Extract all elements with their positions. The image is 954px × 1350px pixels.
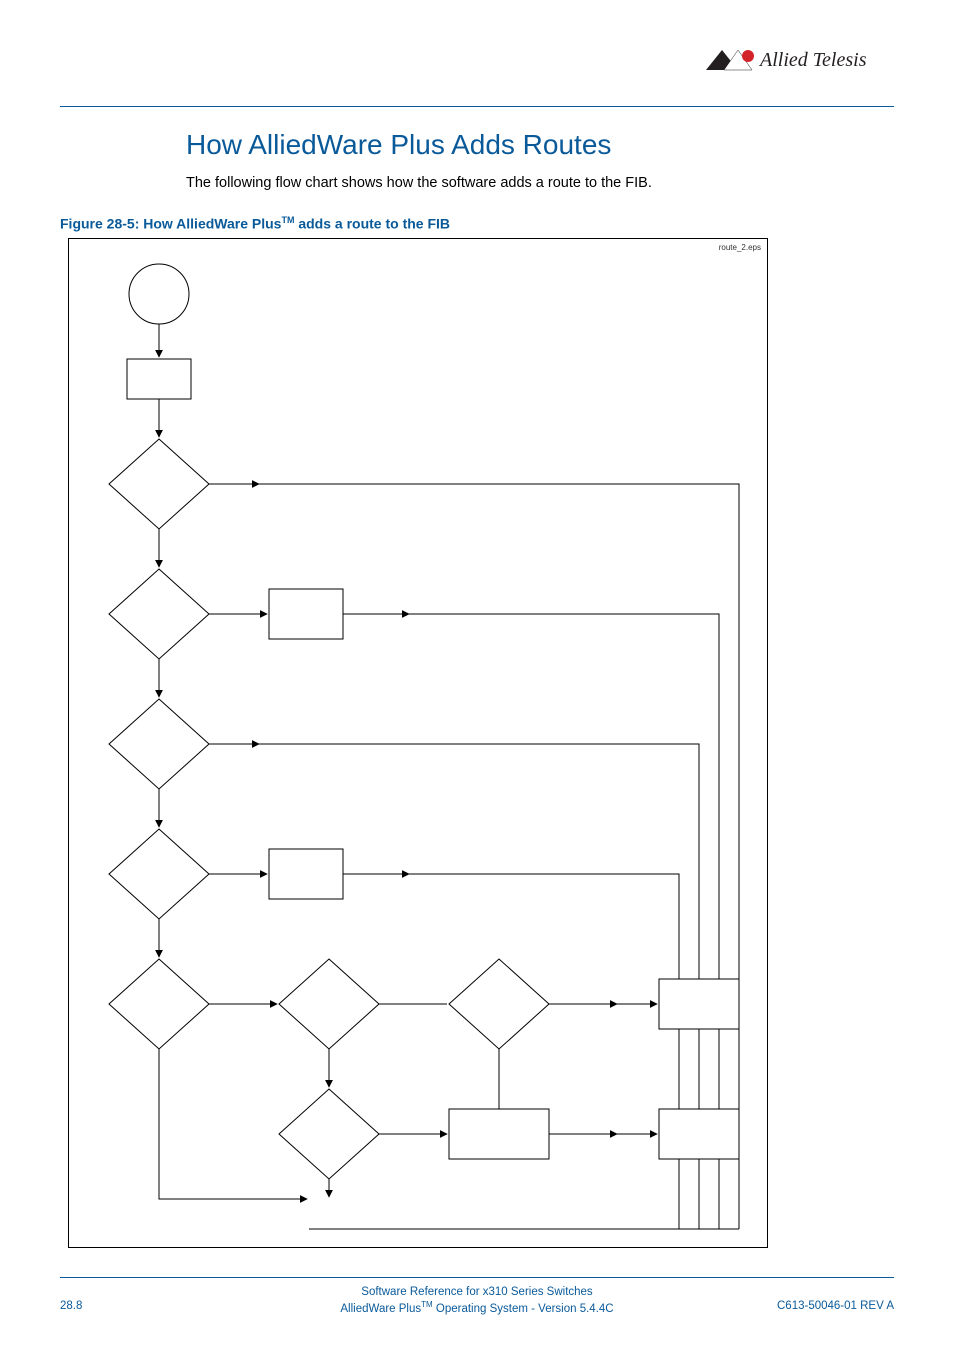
section-title: How AlliedWare Plus Adds Routes <box>186 129 894 161</box>
flowchart-svg <box>69 239 769 1249</box>
node-d4 <box>109 829 209 919</box>
footer-center-a: AlliedWare Plus <box>340 1303 421 1315</box>
node-p2 <box>269 589 343 639</box>
node-d6 <box>279 959 379 1049</box>
footer-title: Software Reference for x310 Series Switc… <box>60 1286 894 1298</box>
footer-rule <box>60 1277 894 1278</box>
node-start <box>129 264 189 324</box>
footer-center-tm: TM <box>421 1300 433 1309</box>
brand-logo: Allied Telesis <box>704 44 894 81</box>
intro-paragraph: The following flow chart shows how the s… <box>186 175 894 191</box>
node-d5 <box>109 959 209 1049</box>
node-p6b <box>659 1109 739 1159</box>
figure-caption-tm: TM <box>281 215 294 225</box>
figure-caption-prefix: Figure 28-5: How AlliedWare Plus <box>60 216 281 232</box>
header-rule <box>60 106 894 107</box>
footer: Software Reference for x310 Series Switc… <box>60 1277 894 1316</box>
node-p1 <box>127 359 191 399</box>
footer-revision: C613-50046-01 REV A <box>777 1300 894 1312</box>
node-d1 <box>109 439 209 529</box>
eps-filename-label: route_2.eps <box>719 243 761 252</box>
node-p5 <box>449 1109 549 1159</box>
node-p4 <box>269 849 343 899</box>
node-d8 <box>279 1089 379 1179</box>
brand-text: Allied Telesis <box>758 49 867 71</box>
footer-center: AlliedWare PlusTM Operating System - Ver… <box>60 1300 894 1315</box>
node-d3 <box>109 699 209 789</box>
node-p6 <box>659 979 739 1029</box>
figure-caption: Figure 28-5: How AlliedWare PlusTM adds … <box>60 215 894 232</box>
figure-container: route_2.eps <box>68 238 768 1248</box>
page-header: Allied Telesis <box>60 54 894 98</box>
figure-caption-suffix: adds a route to the FIB <box>294 216 450 232</box>
node-d2 <box>109 569 209 659</box>
footer-center-b: Operating System - Version 5.4.4C <box>433 1303 614 1315</box>
node-d7 <box>449 959 549 1049</box>
